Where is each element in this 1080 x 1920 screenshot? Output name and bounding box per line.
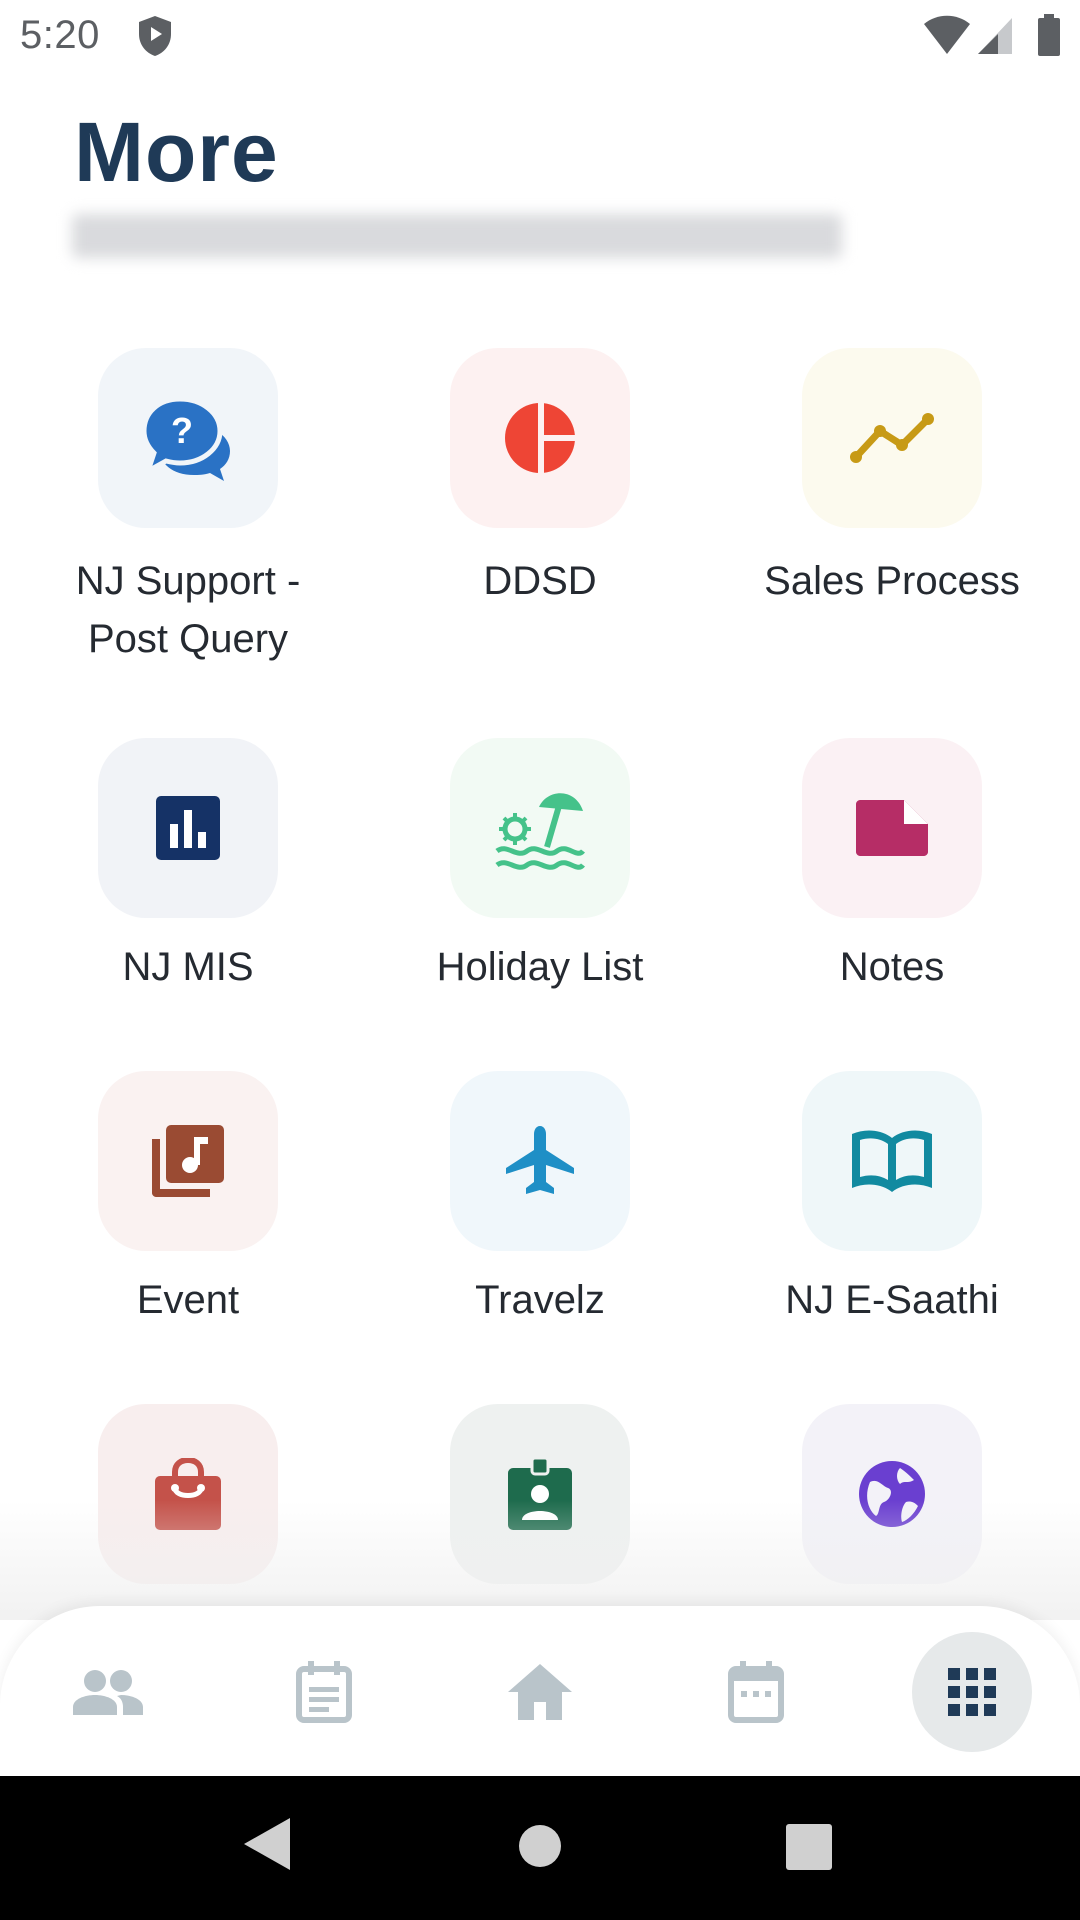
bar-chart-icon [156, 796, 220, 860]
notes-tile[interactable] [802, 738, 982, 918]
ddsd-tile[interactable] [450, 348, 630, 528]
nav-people-button[interactable] [48, 1632, 168, 1752]
back-icon[interactable] [244, 1818, 290, 1870]
status-bar: 5:20 [0, 0, 1080, 74]
article-icon [296, 1661, 352, 1723]
book-icon [852, 1130, 932, 1192]
nav-article-button[interactable] [264, 1632, 384, 1752]
svg-text:?: ? [171, 410, 193, 451]
shield-icon [139, 16, 171, 56]
help-chat-icon: ? [141, 396, 230, 481]
note-icon [856, 800, 928, 856]
people-icon [73, 1670, 143, 1715]
travelz-tile[interactable] [450, 1071, 630, 1251]
nj-mis-label: NJ MIS [122, 945, 254, 989]
sales-process-tile[interactable] [802, 348, 982, 528]
notes-label: Notes [839, 945, 945, 989]
wifi-icon [924, 15, 970, 54]
trend-line-icon [850, 413, 934, 463]
nj-esaathi-tile[interactable] [802, 1071, 982, 1251]
status-time: 5:20 [20, 13, 100, 57]
travelz-label: Travelz [475, 1278, 605, 1322]
home-icon [508, 1664, 572, 1720]
battery-icon [1038, 14, 1060, 56]
nj-support-tile[interactable]: ? [98, 348, 278, 528]
ddsd-label: DDSD [483, 559, 597, 603]
event-label: Event [136, 1278, 240, 1322]
holiday-list-tile[interactable] [450, 738, 630, 918]
holiday-list-label: Holiday List [436, 945, 644, 989]
event-tile[interactable] [98, 1071, 278, 1251]
recents-icon[interactable] [786, 1824, 832, 1870]
nav-home-button[interactable] [480, 1632, 600, 1752]
beach-umbrella-icon [495, 793, 585, 870]
pie-chart-icon [505, 402, 576, 474]
calendar-icon [728, 1661, 784, 1723]
airplane-icon [506, 1126, 574, 1194]
cellular-signal-icon [978, 18, 1012, 54]
nj-esaathi-label: NJ E-Saathi [785, 1278, 999, 1322]
page-title: More [74, 105, 279, 199]
sales-process-label: Sales Process [764, 559, 1020, 603]
system-navigation-bar [0, 1776, 1080, 1920]
nj-mis-tile[interactable] [98, 738, 278, 918]
music-library-icon [152, 1125, 224, 1197]
redacted-subtitle [72, 214, 842, 258]
nav-more-button[interactable] [912, 1632, 1032, 1752]
nav-calendar-button[interactable] [696, 1632, 816, 1752]
scroll-fade [0, 1500, 1080, 1620]
apps-grid-icon [948, 1668, 996, 1716]
bottom-navigation [0, 1606, 1080, 1776]
nj-support-label: NJ Support - Post Query [75, 559, 301, 661]
home-circle-icon[interactable] [518, 1824, 562, 1868]
